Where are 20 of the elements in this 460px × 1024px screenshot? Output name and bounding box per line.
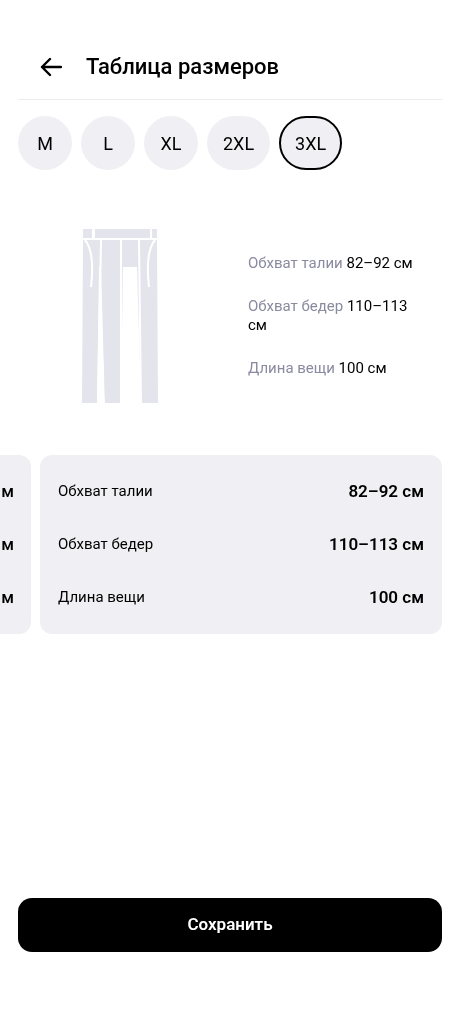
measurement-label: Обхват бедер xyxy=(58,534,154,555)
size-chip[interactable]: M xyxy=(18,116,72,170)
measurement-value: м xyxy=(1,481,14,502)
back-arrow-icon xyxy=(40,56,62,77)
size-chip[interactable]: XL xyxy=(144,116,198,170)
size-chip[interactable]: L xyxy=(81,116,135,170)
measurement-text: Длина вещи 100 см xyxy=(248,359,388,378)
measurement-value: м xyxy=(1,534,14,555)
size-chip[interactable]: 2XL xyxy=(207,116,271,170)
measurement-label: Длина вещи xyxy=(58,587,145,608)
measurement-value: 110–113 см xyxy=(328,534,424,555)
measurement-text: Обхват талии 82–92 см xyxy=(248,254,414,273)
measurement-text: Обхват бедер 110–113 см xyxy=(248,297,409,335)
measurement-label: Обхват талии xyxy=(58,481,153,502)
measurement-value: 100 см xyxy=(368,587,424,608)
measurement-value: 82–92 см xyxy=(348,481,424,502)
page-title: Таблица размеров xyxy=(86,53,280,81)
size-chip[interactable]: 3XL xyxy=(279,116,343,170)
measurement-value: м xyxy=(1,587,14,608)
save-button[interactable]: Сохранить xyxy=(18,898,442,952)
